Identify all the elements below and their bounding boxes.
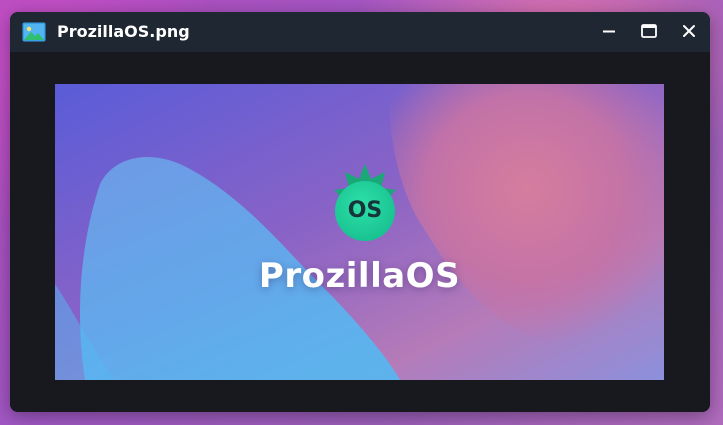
- prozillaos-image: OS ProzillaOS: [55, 84, 664, 380]
- close-button[interactable]: [675, 18, 703, 46]
- os-badge-label: OS: [347, 198, 383, 223]
- prozillaos-wordmark: ProzillaOS: [258, 256, 461, 296]
- maximize-button[interactable]: [635, 18, 663, 46]
- window-titlebar[interactable]: ProzillaOS.png: [10, 12, 710, 52]
- image-file-icon: [22, 22, 46, 42]
- minimize-icon: [602, 23, 616, 42]
- wallpaper-artwork: [55, 84, 664, 380]
- image-viewer-area: OS ProzillaOS: [10, 52, 710, 412]
- maximize-icon: [641, 23, 657, 42]
- window-title: ProzillaOS.png: [57, 22, 190, 41]
- minimize-button[interactable]: [595, 18, 623, 46]
- close-icon: [682, 23, 696, 42]
- image-viewer-window: ProzillaOS.png OS ProzillaOS: [10, 12, 710, 412]
